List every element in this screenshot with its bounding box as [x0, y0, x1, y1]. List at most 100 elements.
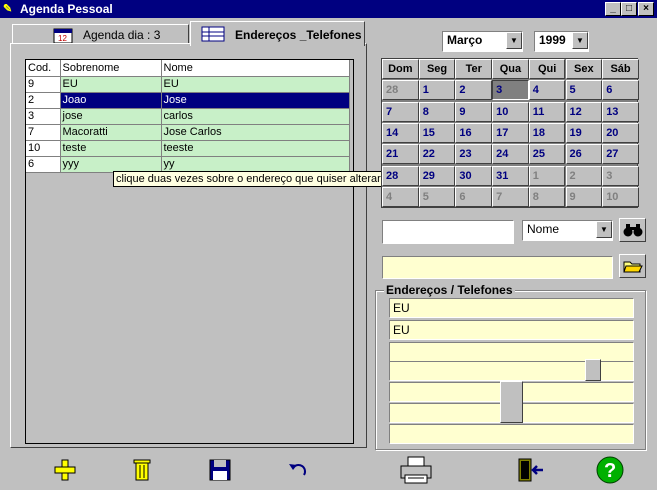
cell-sobrenome: EU — [60, 76, 162, 93]
table-row[interactable]: 9 EU EU — [26, 76, 350, 93]
calendar-day[interactable]: 29 — [418, 165, 456, 186]
calendar-day[interactable]: 2 — [455, 80, 493, 101]
table-row[interactable]: 7 Macoratti Jose Carlos — [26, 124, 350, 141]
undo-icon — [289, 463, 307, 476]
help-icon: ? — [596, 456, 624, 484]
save-button[interactable] — [205, 455, 235, 485]
table-row[interactable]: 10 teste teeste — [26, 140, 350, 157]
contacts-grid[interactable]: Cod. Sobrenome Nome 9 EU EU 2 Joao Jose … — [25, 59, 354, 444]
cell-nome: EU — [161, 76, 350, 93]
file-path-input[interactable] — [382, 256, 613, 279]
month-value: Março — [447, 33, 483, 47]
calendar-day[interactable]: 12 — [565, 101, 603, 122]
calendar-day[interactable]: 2 — [565, 165, 603, 186]
calendar-day[interactable]: 20 — [602, 122, 639, 143]
calendar-day[interactable]: 1 — [418, 80, 456, 101]
calendar-day[interactable]: 9 — [565, 186, 603, 207]
minimize-button[interactable]: _ — [605, 2, 621, 16]
calendar-day[interactable]: 21 — [382, 144, 419, 165]
search-button[interactable] — [619, 218, 646, 242]
table-row[interactable]: 6 yyy yy — [26, 156, 350, 173]
slider-thumb-large[interactable] — [500, 381, 523, 423]
calendar-day[interactable]: 16 — [455, 122, 493, 143]
cell-sobrenome: teste — [60, 140, 162, 157]
calendar-day[interactable]: 14 — [382, 122, 419, 143]
calendar-day[interactable]: 18 — [528, 122, 566, 143]
search-field-select[interactable]: Nome ▼ — [522, 220, 613, 241]
address-line-7[interactable] — [389, 424, 634, 444]
svg-text:?: ? — [604, 460, 616, 482]
calendar-day[interactable]: 6 — [602, 80, 639, 101]
calendar-day[interactable]: 10 — [602, 186, 639, 207]
app-window: ✎ Agenda Pessoal _ □ × 12 Agenda dia : 3… — [0, 0, 657, 490]
title-bar: ✎ Agenda Pessoal _ □ × — [0, 0, 657, 18]
slider-thumb[interactable] — [585, 359, 601, 381]
weekday-header: Qui — [528, 59, 566, 79]
delete-button[interactable] — [127, 455, 157, 485]
cell-cod: 9 — [26, 76, 61, 93]
calendar-day[interactable]: 28 — [382, 80, 419, 101]
print-button[interactable] — [398, 455, 434, 485]
tab-enderecos-label: Endereços _Telefones — [235, 28, 362, 42]
calendar-day[interactable]: 10 — [492, 101, 529, 122]
calendar-day[interactable]: 27 — [602, 144, 639, 165]
address-line-2[interactable]: EU — [389, 320, 634, 340]
col-sobrenome[interactable]: Sobrenome — [60, 60, 162, 77]
binoculars-icon — [623, 224, 642, 237]
cell-cod: 10 — [26, 140, 61, 157]
close-button[interactable]: × — [638, 2, 654, 16]
calendar-day[interactable]: 4 — [528, 80, 566, 101]
weekday-header: Seg — [418, 59, 456, 79]
chevron-down-icon[interactable]: ▼ — [572, 32, 588, 49]
calendar-day-selected[interactable]: 3 — [492, 80, 529, 101]
table-row[interactable]: 3 jose carlos — [26, 108, 350, 125]
open-file-button[interactable] — [619, 254, 646, 278]
maximize-button[interactable]: □ — [621, 2, 637, 16]
calendar-day[interactable]: 7 — [382, 101, 419, 122]
calendar-day[interactable]: 6 — [455, 186, 493, 207]
grid-header-row: Cod. Sobrenome Nome — [26, 60, 350, 77]
trash-icon — [133, 459, 151, 481]
calendar-day[interactable]: 11 — [528, 101, 566, 122]
calendar-day[interactable]: 13 — [602, 101, 639, 122]
cell-nome: yy — [161, 156, 350, 173]
chevron-down-icon[interactable]: ▼ — [506, 32, 522, 49]
calendar-day[interactable]: 5 — [418, 186, 456, 207]
col-nome[interactable]: Nome — [161, 60, 350, 77]
calendar-day[interactable]: 26 — [565, 144, 603, 165]
calendar-day[interactable]: 1 — [528, 165, 566, 186]
year-value: 1999 — [539, 33, 566, 47]
calendar-day[interactable]: 9 — [455, 101, 493, 122]
calendar-day[interactable]: 15 — [418, 122, 456, 143]
month-select[interactable]: Março ▼ — [442, 31, 523, 52]
calendar-day[interactable]: 17 — [492, 122, 529, 143]
chevron-down-icon[interactable]: ▼ — [596, 221, 612, 238]
col-cod[interactable]: Cod. — [26, 60, 61, 77]
add-button[interactable] — [50, 455, 80, 485]
tab-enderecos[interactable]: Endereços _Telefones — [190, 21, 365, 46]
cell-nome: teeste — [161, 140, 350, 157]
calendar-day[interactable]: 19 — [565, 122, 603, 143]
calendar-day[interactable]: 22 — [418, 144, 456, 165]
calendar-day[interactable]: 23 — [455, 144, 493, 165]
calendar-day[interactable]: 3 — [602, 165, 639, 186]
calendar-day[interactable]: 4 — [382, 186, 419, 207]
exit-button[interactable] — [516, 455, 546, 485]
calendar-day[interactable]: 28 — [382, 165, 419, 186]
search-input[interactable] — [382, 220, 514, 244]
calendar-day[interactable]: 5 — [565, 80, 603, 101]
grid-tooltip: clique duas vezes sobre o endereço que q… — [113, 171, 384, 187]
calendar-day[interactable]: 25 — [528, 144, 566, 165]
calendar-day[interactable]: 8 — [528, 186, 566, 207]
calendar-day[interactable]: 31 — [492, 165, 529, 186]
add-icon — [54, 459, 76, 481]
table-row[interactable]: 2 Joao Jose — [26, 92, 350, 109]
calendar-day[interactable]: 7 — [492, 186, 529, 207]
calendar-day[interactable]: 24 — [492, 144, 529, 165]
address-line-1[interactable]: EU — [389, 298, 634, 318]
year-select[interactable]: 1999 ▼ — [534, 31, 589, 52]
help-button[interactable]: ? — [594, 455, 626, 485]
undo-button[interactable] — [283, 455, 313, 485]
calendar-day[interactable]: 30 — [455, 165, 493, 186]
calendar-day[interactable]: 8 — [418, 101, 456, 122]
